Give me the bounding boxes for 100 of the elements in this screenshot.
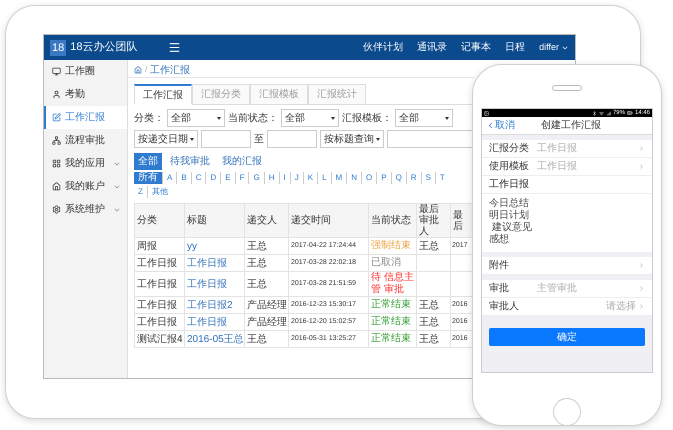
confirm-button[interactable]: 确定 bbox=[489, 328, 645, 346]
letter-filter[interactable]: I bbox=[278, 172, 290, 184]
table-cell: 周报 bbox=[134, 238, 184, 254]
letter-filter[interactable]: D bbox=[205, 172, 220, 184]
breadcrumb-separator: / bbox=[145, 64, 148, 76]
table-cell: 王总 bbox=[244, 272, 288, 296]
column-header: 标题 bbox=[184, 204, 244, 238]
form-row[interactable]: 审批人 请选择 bbox=[482, 298, 652, 316]
tab[interactable]: 工作汇报 bbox=[134, 84, 192, 105]
app-name: 18云办公团队 bbox=[70, 40, 138, 56]
letter-filter[interactable]: J bbox=[290, 172, 303, 184]
nav-link[interactable]: 记事本 bbox=[461, 40, 492, 55]
back-icon bbox=[486, 121, 495, 130]
nav-link[interactable]: 日程 bbox=[505, 40, 526, 55]
table-cell: 工作日报 bbox=[134, 296, 184, 314]
tab[interactable]: 汇报统计 bbox=[308, 84, 366, 105]
letter-filter[interactable]: O bbox=[360, 172, 376, 184]
form-row[interactable]: 使用模板 工作日报 bbox=[482, 158, 652, 176]
letter-filter[interactable]: Z bbox=[134, 186, 147, 198]
report-link[interactable]: yy bbox=[187, 240, 197, 252]
status-cell: 已取消 bbox=[368, 254, 416, 272]
report-text-line: 建议意见 bbox=[490, 222, 532, 234]
form-row[interactable]: 附件 bbox=[482, 257, 652, 275]
table-cell: 王总 bbox=[244, 254, 288, 272]
date-mode-select[interactable]: 按递交日期 bbox=[134, 130, 198, 148]
sidebar-item[interactable]: 系统维护 bbox=[44, 198, 127, 221]
sidebar-item[interactable]: 我的应用 bbox=[44, 152, 127, 175]
sidebar-item[interactable]: 考勤 bbox=[44, 83, 127, 106]
letter-filter[interactable]: 所有 bbox=[134, 172, 162, 184]
report-text-line: 今日总结 bbox=[489, 198, 529, 210]
column-header: 递交时间 bbox=[288, 204, 368, 238]
user-menu[interactable]: differ bbox=[539, 40, 569, 54]
letter-filter[interactable]: T bbox=[434, 172, 449, 184]
letter-filter[interactable]: 其他 bbox=[146, 186, 172, 198]
letter-filter[interactable]: P bbox=[376, 172, 391, 184]
template-heading: 工作日报 bbox=[482, 176, 652, 194]
sidebar-icon bbox=[52, 67, 61, 76]
scope-button[interactable]: 全部 bbox=[134, 153, 162, 170]
letter-filter[interactable]: S bbox=[420, 172, 435, 184]
table-cell: 王总 bbox=[244, 330, 288, 348]
table-cell bbox=[416, 272, 450, 296]
status-cell: 正常结束 bbox=[368, 330, 416, 348]
home-button[interactable] bbox=[553, 398, 581, 426]
sidebar-item[interactable]: 工作汇报 bbox=[44, 106, 127, 129]
home-icon[interactable] bbox=[134, 66, 142, 74]
letter-filter[interactable]: R bbox=[406, 172, 421, 184]
sidebar-icon bbox=[52, 136, 61, 145]
letter-filter[interactable]: C bbox=[190, 172, 206, 184]
scope-button[interactable]: 待我审批 bbox=[166, 153, 214, 170]
tab[interactable]: 汇报模板 bbox=[250, 84, 308, 105]
report-text-line: 明日计划 bbox=[489, 210, 529, 222]
sidebar-icon bbox=[52, 113, 61, 122]
battery-icon bbox=[626, 110, 633, 116]
nav-link[interactable]: 通讯录 bbox=[417, 40, 448, 55]
scope-button[interactable]: 我的汇报 bbox=[218, 153, 266, 170]
letter-filter[interactable]: L bbox=[317, 172, 331, 184]
table-cell: 工作日报 bbox=[134, 314, 184, 330]
letter-filter[interactable]: N bbox=[346, 172, 361, 184]
search-mode-select[interactable]: 按标题查询 bbox=[320, 130, 384, 148]
start-date-field[interactable] bbox=[201, 130, 251, 148]
letter-filter[interactable]: Q bbox=[390, 172, 406, 184]
status-cell: 正常结束 bbox=[368, 314, 416, 330]
tab[interactable]: 汇报分类 bbox=[192, 84, 250, 105]
sidebar-icon bbox=[52, 90, 61, 99]
sidebar-item[interactable]: 工作圈 bbox=[44, 60, 127, 83]
letter-filter[interactable]: H bbox=[264, 172, 278, 184]
menu-icon[interactable] bbox=[168, 41, 180, 54]
sidebar-icon bbox=[52, 159, 61, 168]
letter-filter[interactable]: A bbox=[162, 172, 176, 184]
form-row[interactable]: 审批 主管审批 bbox=[482, 280, 652, 298]
breadcrumb-link[interactable]: 工作汇报 bbox=[150, 62, 190, 78]
filter-select[interactable]: 全部 bbox=[167, 109, 225, 127]
table-cell: 产品经理 bbox=[244, 314, 288, 330]
letter-filter[interactable]: B bbox=[176, 172, 191, 184]
logo-badge: 18 bbox=[50, 40, 66, 56]
letter-filter[interactable]: G bbox=[248, 172, 264, 184]
table-cell: 王总 bbox=[416, 296, 450, 314]
letter-filter[interactable]: E bbox=[220, 172, 235, 184]
report-text-line: 感想 bbox=[489, 234, 509, 246]
nav-link[interactable]: 伙伴计划 bbox=[363, 40, 404, 55]
table-cell: 王总 bbox=[416, 238, 450, 254]
sidebar-item[interactable]: 流程审批 bbox=[44, 129, 127, 152]
filter-select[interactable]: 全部 bbox=[395, 109, 453, 127]
chevron-icon bbox=[638, 163, 645, 170]
table-cell: 王总 bbox=[416, 330, 450, 348]
column-header: 分类 bbox=[134, 204, 184, 238]
sidebar-icon bbox=[52, 182, 61, 191]
filter-label: 汇报模板： bbox=[342, 112, 392, 126]
back-button[interactable]: 取消 bbox=[486, 118, 515, 133]
letter-filter[interactable]: K bbox=[302, 172, 318, 184]
table-cell: 王总 bbox=[244, 238, 288, 254]
letter-filter[interactable]: M bbox=[330, 172, 346, 184]
end-date-field[interactable] bbox=[267, 130, 317, 148]
form-row[interactable]: 汇报分类 工作日报 bbox=[482, 140, 652, 158]
letter-filter[interactable]: F bbox=[234, 172, 248, 184]
table-cell: 工作日报 bbox=[134, 272, 184, 296]
filter-select[interactable]: 全部 bbox=[281, 109, 339, 127]
filter-label: 当前状态： bbox=[228, 112, 278, 126]
status-cell: 正常结束 bbox=[368, 296, 416, 314]
sidebar-item[interactable]: 我的账户 bbox=[44, 175, 127, 198]
